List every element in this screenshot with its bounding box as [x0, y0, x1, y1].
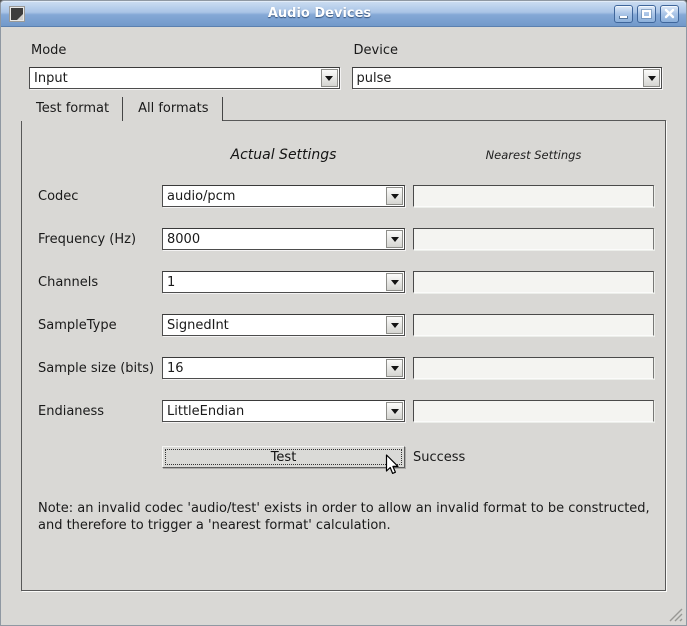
- channels-nearest-field: [413, 271, 654, 293]
- audio-devices-window: Audio Devices Mode Input Device: [0, 0, 687, 626]
- channels-row: Channels 1: [38, 271, 665, 293]
- test-result-status: Success: [413, 450, 465, 465]
- codec-select-value: audio/pcm: [167, 188, 235, 205]
- samplesize-select[interactable]: 16: [162, 357, 405, 379]
- close-icon: [664, 8, 675, 19]
- minimize-icon: [619, 16, 628, 19]
- device-dropdown-arrow-icon[interactable]: [643, 69, 660, 87]
- codec-label: Codec: [38, 189, 162, 204]
- device-label: Device: [352, 43, 663, 58]
- mode-select[interactable]: Input: [29, 67, 340, 89]
- sampletype-row: SampleType SignedInt: [38, 314, 665, 336]
- endianess-row: Endianess LittleEndian: [38, 400, 665, 422]
- maximize-icon: [642, 10, 651, 18]
- codec-dropdown-arrow-icon[interactable]: [386, 187, 403, 205]
- endianess-select-value: LittleEndian: [167, 403, 244, 420]
- test-button[interactable]: Test: [162, 446, 405, 468]
- mode-column: Mode Input: [29, 43, 340, 89]
- frequency-label: Frequency (Hz): [38, 232, 162, 247]
- note-text: Note: an invalid codec 'audio/test' exis…: [38, 501, 665, 535]
- nearest-settings-header: Nearest Settings: [413, 148, 654, 162]
- channels-select-value: 1: [167, 274, 175, 291]
- codec-row: Codec audio/pcm: [38, 185, 665, 207]
- tab-bar: Test format All formats: [21, 97, 666, 120]
- tab-all-formats[interactable]: All formats: [123, 97, 222, 121]
- mode-label: Mode: [29, 43, 340, 58]
- samplesize-row: Sample size (bits) 16: [38, 357, 665, 379]
- test-button-label: Test: [271, 450, 297, 465]
- sampletype-dropdown-arrow-icon[interactable]: [386, 316, 403, 334]
- samplesize-dropdown-arrow-icon[interactable]: [386, 359, 403, 377]
- close-button[interactable]: [660, 5, 679, 23]
- sampletype-select[interactable]: SignedInt: [162, 314, 405, 336]
- frequency-nearest-field: [413, 228, 654, 250]
- sampletype-nearest-field: [413, 314, 654, 336]
- titlebar[interactable]: Audio Devices: [1, 1, 686, 27]
- maximize-button[interactable]: [637, 5, 656, 23]
- codec-select[interactable]: audio/pcm: [162, 185, 405, 207]
- frequency-select-value: 8000: [167, 231, 200, 248]
- mode-select-value: Input: [34, 70, 68, 87]
- minimize-button[interactable]: [614, 5, 633, 23]
- frequency-row: Frequency (Hz) 8000: [38, 228, 665, 250]
- app-icon: [9, 6, 25, 22]
- endianess-label: Endianess: [38, 404, 162, 419]
- channels-label: Channels: [38, 275, 162, 290]
- samplesize-nearest-field: [413, 357, 654, 379]
- actual-settings-header: Actual Settings: [162, 147, 405, 163]
- sampletype-select-value: SignedInt: [167, 317, 229, 334]
- resize-grip[interactable]: [668, 607, 683, 622]
- test-format-panel: Actual Settings Nearest Settings Codec a…: [21, 120, 666, 591]
- samplesize-select-value: 16: [167, 360, 184, 377]
- device-select[interactable]: pulse: [352, 67, 663, 89]
- window-controls: [614, 5, 679, 23]
- tab-test-format[interactable]: Test format: [21, 97, 123, 121]
- samplesize-label: Sample size (bits): [38, 361, 162, 376]
- channels-select[interactable]: 1: [162, 271, 405, 293]
- frequency-select[interactable]: 8000: [162, 228, 405, 250]
- device-select-value: pulse: [357, 70, 392, 87]
- mode-device-form: Mode Input Device pulse: [29, 43, 662, 89]
- codec-nearest-field: [413, 185, 654, 207]
- device-column: Device pulse: [352, 43, 663, 89]
- endianess-nearest-field: [413, 400, 654, 422]
- test-row: Test Success: [38, 446, 665, 468]
- window-title: Audio Devices: [25, 6, 614, 21]
- sampletype-label: SampleType: [38, 318, 162, 333]
- endianess-dropdown-arrow-icon[interactable]: [386, 402, 403, 420]
- channels-dropdown-arrow-icon[interactable]: [386, 273, 403, 291]
- endianess-select[interactable]: LittleEndian: [162, 400, 405, 422]
- mode-dropdown-arrow-icon[interactable]: [321, 69, 338, 87]
- settings-headers: Actual Settings Nearest Settings: [38, 147, 665, 164]
- frequency-dropdown-arrow-icon[interactable]: [386, 230, 403, 248]
